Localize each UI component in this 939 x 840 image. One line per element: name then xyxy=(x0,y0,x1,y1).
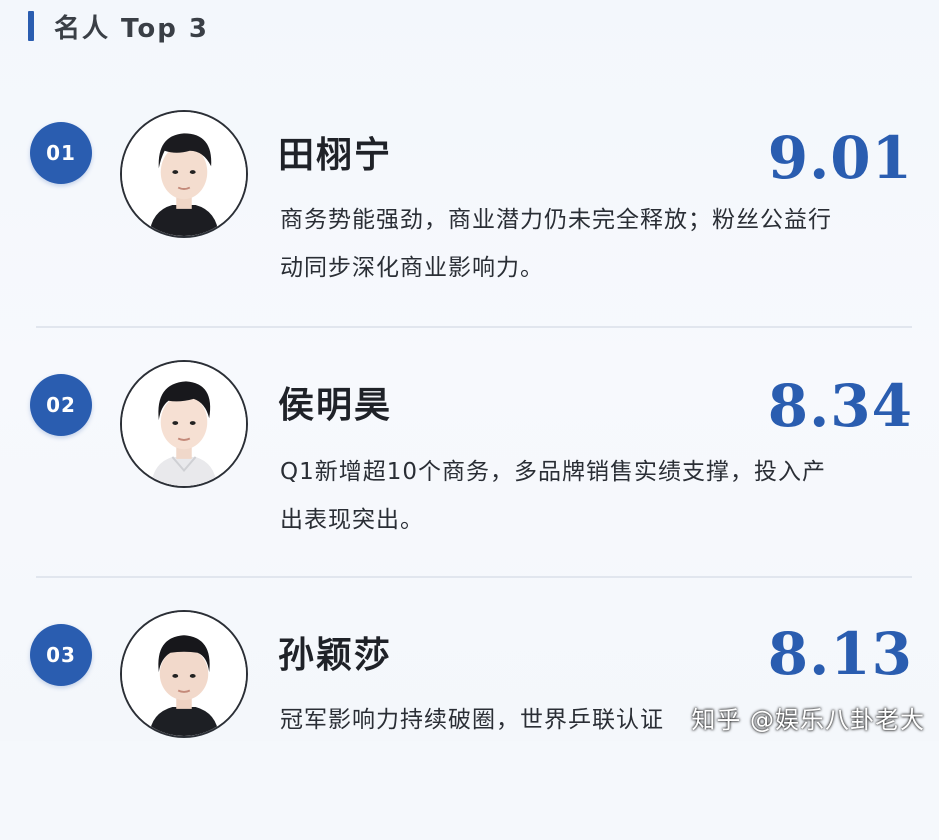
avatar[interactable] xyxy=(120,360,248,488)
watermark: 知乎 @娱乐八卦老大 xyxy=(691,706,925,734)
person-avatar-icon xyxy=(122,112,246,236)
celebrity-name: 田栩宁 xyxy=(278,135,393,176)
header-accent-bar xyxy=(28,11,34,41)
avatar[interactable] xyxy=(120,610,248,738)
ranking-item-1[interactable]: 01 田栩宁 9.01 商务势能强劲，商业潜力仍未完全释放；粉丝公益行 动同步深… xyxy=(0,90,939,340)
page: 名人 Top 3 01 田栩宁 9.01 商务势能强劲，商业潜力仍未完全释放；粉… xyxy=(0,0,939,741)
celebrity-description: 商务势能强劲，商业潜力仍未完全释放；粉丝公益行 动同步深化商业影响力。 xyxy=(280,196,920,292)
avatar[interactable] xyxy=(120,110,248,238)
description-line: 出表现突出。 xyxy=(280,507,424,533)
rank-badge: 02 xyxy=(30,374,92,436)
rank-badge: 01 xyxy=(30,122,92,184)
person-avatar-icon xyxy=(122,612,246,736)
celebrity-score: 9.01 xyxy=(767,124,913,192)
description-line: Q1新增超10个商务，多品牌销售实绩支撑，投入产 xyxy=(280,459,827,485)
rank-badge: 03 xyxy=(30,624,92,686)
section-header: 名人 Top 3 xyxy=(28,6,209,46)
section-title: 名人 Top 3 xyxy=(54,13,209,44)
description-line: 商务势能强劲，商业潜力仍未完全释放；粉丝公益行 xyxy=(280,207,832,233)
divider xyxy=(36,326,912,328)
description-line: 动同步深化商业影响力。 xyxy=(280,255,544,281)
celebrity-name: 孙颖莎 xyxy=(278,635,393,676)
celebrity-score: 8.34 xyxy=(767,372,913,440)
ranking-item-2[interactable]: 02 侯明昊 8.34 Q1新增超10个商务，多品牌销售实绩支撑，投入产 出表现… xyxy=(0,340,939,590)
divider xyxy=(36,576,912,578)
celebrity-description: Q1新增超10个商务，多品牌销售实绩支撑，投入产 出表现突出。 xyxy=(280,448,920,544)
celebrity-score: 8.13 xyxy=(767,620,913,688)
celebrity-name: 侯明昊 xyxy=(278,385,393,426)
person-avatar-icon xyxy=(122,362,246,486)
